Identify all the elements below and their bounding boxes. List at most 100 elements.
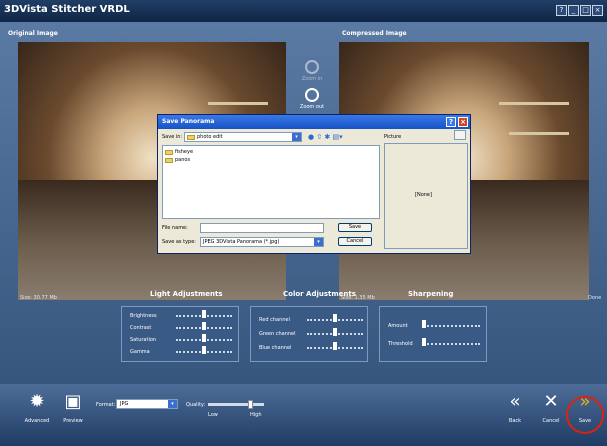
brightness-label: Brightness: [130, 313, 157, 319]
close-icon: ✕: [543, 391, 559, 412]
slider-knob[interactable]: [202, 322, 206, 330]
red-channel-slider[interactable]: [307, 314, 363, 322]
zoom-out-tool[interactable]: Zoom out: [288, 88, 336, 110]
preview-button[interactable]: ▣ Preview: [56, 390, 90, 424]
green-channel-label: Green channel: [259, 331, 296, 337]
threshold-label: Threshold: [388, 341, 413, 347]
cancel-button[interactable]: ✕ Cancel: [534, 390, 568, 424]
contrast-slider[interactable]: [176, 322, 232, 330]
saturation-slider[interactable]: [176, 334, 232, 342]
save-as-type-label: Save as type:: [162, 239, 196, 245]
gamma-label: Gamma: [130, 349, 150, 355]
gamma-slider[interactable]: [176, 346, 232, 354]
save-as-type-select[interactable]: JPEG 3DVista Panorama (*.jpg) ▾: [200, 237, 324, 247]
double-chevron-left-icon: «: [509, 391, 521, 412]
amount-slider[interactable]: [422, 320, 480, 328]
contrast-label: Contrast: [130, 325, 152, 331]
original-size-label: Size: 30.77 Mb: [20, 295, 57, 301]
zoom-in-icon: [305, 60, 319, 74]
shelf: [499, 102, 569, 105]
file-name-input[interactable]: [200, 223, 324, 233]
maximize-button[interactable]: □: [580, 5, 591, 16]
slider-knob[interactable]: [333, 342, 337, 350]
shelf: [509, 132, 569, 135]
back-button[interactable]: « Back: [498, 390, 532, 424]
status-label: Done: [588, 295, 602, 301]
camera-icon: ▣: [64, 391, 82, 412]
shelf: [208, 102, 268, 105]
format-select[interactable]: JPG ▾: [116, 399, 178, 409]
sharpening-panel: Amount Threshold: [379, 306, 487, 362]
quality-label: Quality:: [186, 402, 206, 408]
dialog-help-button[interactable]: ?: [446, 117, 456, 127]
dialog-title: Save Panorama: [162, 118, 215, 125]
title-bar: 3DVista Stitcher VRDL ? _ □ ×: [0, 0, 607, 22]
preview-toggle-button[interactable]: [454, 130, 466, 140]
slider-knob[interactable]: [422, 320, 426, 328]
folder-list[interactable]: fisheye panos: [162, 145, 380, 219]
folder-icon: [165, 149, 173, 155]
advanced-button[interactable]: ✹ Advanced: [20, 390, 54, 424]
save-panorama-dialog: Save Panorama ? × Save in: photo edit ▾ …: [157, 114, 471, 254]
light-adjustments-heading: Light Adjustments: [150, 290, 223, 298]
window-title: 3DVista Stitcher VRDL: [4, 4, 130, 15]
quality-slider[interactable]: [208, 400, 264, 409]
zoom-in-tool[interactable]: Zoom in: [288, 60, 336, 82]
nav-toolbar-icons[interactable]: ● ⇧ ✱ ▤▾: [308, 133, 343, 141]
brightness-slider[interactable]: [176, 310, 232, 318]
blue-channel-label: Blue channel: [259, 345, 292, 351]
dialog-cancel-button[interactable]: Cancel: [338, 237, 372, 246]
list-item[interactable]: panos: [165, 156, 377, 164]
chevron-down-icon[interactable]: ▾: [292, 133, 301, 141]
save-in-select[interactable]: photo edit ▾: [184, 132, 302, 142]
save-as-type-value: JPEG 3DVista Panorama (*.jpg): [203, 239, 280, 245]
preview-value: [None]: [415, 192, 432, 198]
folder-name: panos: [175, 157, 191, 163]
dialog-title-bar: Save Panorama ? ×: [158, 115, 470, 129]
blue-channel-slider[interactable]: [307, 342, 363, 350]
slider-knob[interactable]: [202, 334, 206, 342]
format-value: JPG: [120, 401, 129, 407]
amount-label: Amount: [388, 323, 408, 329]
original-image-heading: Original Image: [8, 30, 58, 37]
dialog-save-button[interactable]: Save: [338, 223, 372, 232]
window-controls: ? _ □ ×: [556, 5, 603, 16]
close-button[interactable]: ×: [592, 5, 603, 16]
highlight-circle: [566, 396, 604, 434]
picture-label: Picture: [384, 134, 402, 140]
slider-knob[interactable]: [202, 346, 206, 354]
quality-knob[interactable]: [248, 400, 253, 409]
color-adjustments-heading: Color Adjustments: [283, 290, 356, 298]
gear-icon: ✹: [29, 391, 45, 412]
quality-high-label: High: [250, 412, 262, 418]
save-in-label: Save in:: [162, 134, 183, 140]
folder-name: fisheye: [175, 149, 194, 155]
zoom-out-label: Zoom out: [299, 104, 325, 110]
zoom-out-icon: [305, 88, 319, 102]
slider-knob[interactable]: [333, 314, 337, 322]
dialog-close-button[interactable]: ×: [458, 117, 468, 127]
slider-knob[interactable]: [422, 338, 426, 346]
cancel-label: Cancel: [542, 418, 560, 424]
preview-label: Preview: [63, 418, 83, 424]
folder-icon: [165, 157, 173, 163]
back-label: Back: [508, 418, 522, 424]
threshold-slider[interactable]: [422, 338, 480, 346]
help-button[interactable]: ?: [556, 5, 567, 16]
green-channel-slider[interactable]: [307, 328, 363, 336]
light-adjustments-panel: Brightness Contrast Saturation Gamma: [121, 306, 239, 362]
chevron-down-icon[interactable]: ▾: [168, 400, 177, 408]
file-name-label: File name:: [162, 225, 188, 231]
slider-knob[interactable]: [333, 328, 337, 336]
advanced-label: Advanced: [24, 418, 50, 424]
minimize-button[interactable]: _: [568, 5, 579, 16]
chevron-down-icon[interactable]: ▾: [314, 238, 323, 246]
slider-knob[interactable]: [202, 310, 206, 318]
list-item[interactable]: fisheye: [165, 148, 377, 156]
compressed-image-heading: Compressed Image: [342, 30, 407, 37]
zoom-in-label: Zoom in: [301, 76, 323, 82]
saturation-label: Saturation: [130, 337, 157, 343]
red-channel-label: Red channel: [259, 317, 290, 323]
save-in-value: photo edit: [197, 134, 223, 140]
sharpening-heading: Sharpening: [408, 290, 454, 298]
